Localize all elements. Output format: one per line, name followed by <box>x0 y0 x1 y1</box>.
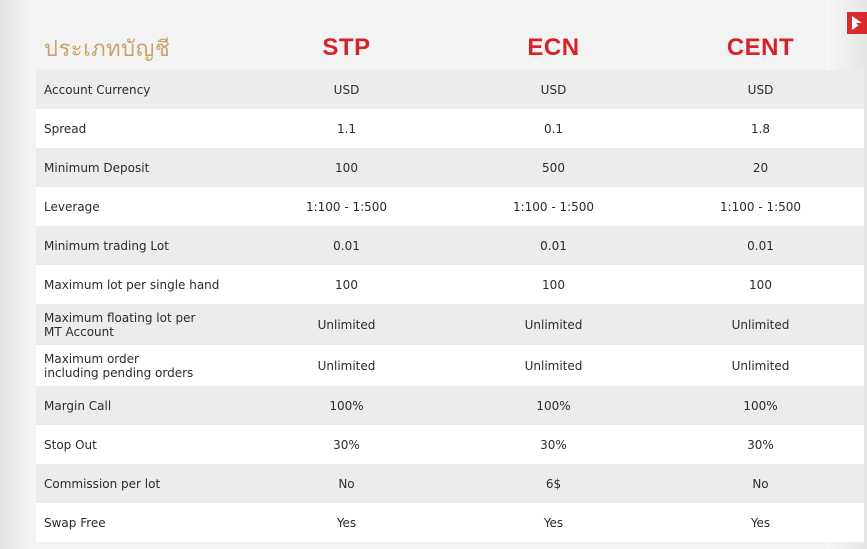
table-row: Spread 1.1 0.1 1.8 <box>36 109 864 148</box>
table-row: Stop Out 30% 30% 30% <box>36 425 864 464</box>
cent-value: 30% <box>747 437 774 452</box>
ecn-value: 6$ <box>545 476 562 491</box>
row-label-line: MT Account <box>44 324 114 339</box>
row-label: Minimum Deposit <box>44 160 150 175</box>
row-label: Maximum floating lot per MT Account <box>36 311 243 339</box>
stp-value: 30% <box>333 437 360 452</box>
table-row: Maximum lot per single hand 100 100 100 <box>36 265 864 304</box>
stp-value: No <box>338 476 355 491</box>
ecn-value: 100% <box>536 398 571 413</box>
row-label: Spread <box>44 121 87 136</box>
table-row: Maximum floating lot per MT Account Unli… <box>36 304 864 345</box>
row-label: Account Currency <box>44 82 151 97</box>
ecn-value: Unlimited <box>524 317 583 332</box>
cent-value: Unlimited <box>731 358 790 373</box>
cent-value: USD <box>747 82 774 97</box>
table-row: Leverage 1:100 - 1:500 1:100 - 1:500 1:1… <box>36 187 864 226</box>
cent-value: 0.01 <box>747 238 774 253</box>
ecn-value: 30% <box>540 437 567 452</box>
ecn-value: 500 <box>542 160 565 175</box>
cent-value: 20 <box>752 160 769 175</box>
table-row: Minimum Deposit 100 500 20 <box>36 148 864 187</box>
stp-value: Unlimited <box>317 358 376 373</box>
stp-value: 100 <box>335 160 358 175</box>
row-label: Commission per lot <box>44 476 161 491</box>
cent-value: 1.8 <box>750 121 771 136</box>
stp-value: 100% <box>329 398 364 413</box>
cent-value: Unlimited <box>731 317 790 332</box>
stp-value: Yes <box>336 515 357 530</box>
table-row: Margin Call 100% 100% 100% <box>36 386 864 425</box>
account-comparison-table: ประเภทบัญชี STP ECN CENT Account Currenc… <box>36 26 864 542</box>
table-row: Maximum order including pending orders U… <box>36 345 864 386</box>
cent-value: 100% <box>743 398 778 413</box>
table-row: Account Currency USD USD USD <box>36 70 864 109</box>
ecn-value: USD <box>540 82 567 97</box>
plan-ecn-heading: ECN <box>527 34 580 61</box>
cent-value: Yes <box>750 515 771 530</box>
stp-value: Unlimited <box>317 317 376 332</box>
row-label: Maximum order including pending orders <box>36 352 243 380</box>
cent-value: 1:100 - 1:500 <box>719 199 802 214</box>
account-type-title: ประเภทบัญชี <box>44 36 171 62</box>
row-label-line: including pending orders <box>44 365 194 380</box>
row-label: Margin Call <box>44 398 112 413</box>
cent-value: No <box>752 476 769 491</box>
row-label: Leverage <box>44 199 100 214</box>
ecn-value: 0.1 <box>543 121 564 136</box>
stp-value: 0.01 <box>333 238 360 253</box>
stp-value: 1:100 - 1:500 <box>305 199 388 214</box>
ecn-value: 0.01 <box>540 238 567 253</box>
row-label: Maximum lot per single hand <box>44 277 220 292</box>
row-label: Stop Out <box>44 437 97 452</box>
ecn-value: 100 <box>542 277 565 292</box>
table-row: Swap Free Yes Yes Yes <box>36 503 864 542</box>
background-left <box>0 0 36 549</box>
stp-value: 100 <box>335 277 358 292</box>
stp-value: 1.1 <box>336 121 357 136</box>
table-row: Minimum trading Lot 0.01 0.01 0.01 <box>36 226 864 265</box>
ecn-value: Yes <box>543 515 564 530</box>
plan-stp-heading: STP <box>322 34 371 61</box>
ecn-value: Unlimited <box>524 358 583 373</box>
stp-value: USD <box>333 82 360 97</box>
row-label-line: Maximum order <box>44 351 139 366</box>
row-label: Minimum trading Lot <box>44 238 169 253</box>
row-label-line: Maximum floating lot per <box>44 310 196 325</box>
cent-value: 100 <box>749 277 772 292</box>
plan-cent-heading: CENT <box>726 34 795 61</box>
table-header: ประเภทบัญชี STP ECN CENT <box>36 26 864 70</box>
row-label: Swap Free <box>44 515 106 530</box>
table-row: Commission per lot No 6$ No <box>36 464 864 503</box>
ecn-value: 1:100 - 1:500 <box>512 199 595 214</box>
